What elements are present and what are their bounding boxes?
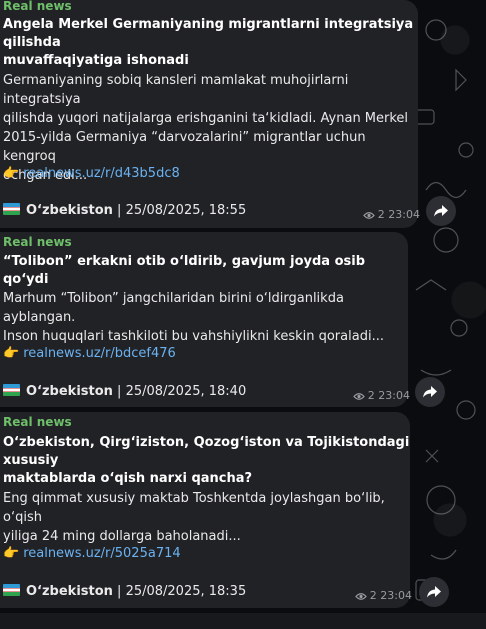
body-line: yiliga 24 ming dollarga baholanadi...: [3, 529, 241, 544]
title-line: Angela Merkel Germaniyaning migrantlarni…: [3, 17, 414, 50]
message-time: 23:04: [388, 208, 420, 221]
share-button[interactable]: [426, 196, 456, 226]
eye-icon: [354, 593, 367, 600]
message-footer: O‘zbekiston | 25/08/2025, 18:55: [3, 202, 246, 220]
footer-date: | 25/08/2025, 18:40: [112, 384, 247, 399]
pointing-hand-emoji: 👉: [3, 346, 20, 361]
footer-channel: O‘zbekiston: [26, 584, 113, 599]
body-line: Inson huquqlari tashkiloti bu vahshiylik…: [3, 329, 384, 344]
message-body: Eng qimmat xususiy maktab Toshkentda joy…: [3, 489, 410, 546]
message-time: 23:04: [380, 589, 412, 602]
sender-name[interactable]: Real news: [3, 415, 72, 429]
view-count: 2: [369, 589, 377, 602]
eye-icon: [362, 212, 375, 219]
link-row: 👉 realnews.uz/r/5025a714: [3, 545, 181, 563]
title-line: maktablarda o‘qish narxi qancha?: [3, 471, 253, 486]
share-icon: [427, 586, 441, 598]
uzbekistan-flag-icon: [3, 384, 20, 396]
article-link[interactable]: realnews.uz/r/d43b5dc8: [23, 166, 180, 181]
message-time: 23:04: [378, 389, 410, 402]
sender-name[interactable]: Real news: [3, 235, 72, 249]
share-icon: [434, 205, 448, 217]
footer-channel: O‘zbekiston: [26, 384, 113, 399]
footer-date: | 25/08/2025, 18:35: [112, 584, 247, 599]
share-icon: [423, 386, 437, 398]
message-footer: O‘zbekiston | 25/08/2025, 18:35: [3, 583, 246, 601]
body-line: Germaniyaning sobiq kansleri mamlakat mu…: [3, 73, 349, 107]
message-footer: O‘zbekiston | 25/08/2025, 18:40: [3, 383, 246, 401]
body-line: qilishda yuqori natijalarga erishganini …: [3, 111, 409, 126]
link-row: 👉 realnews.uz/r/bdcef476: [3, 345, 176, 363]
eye-icon: [352, 393, 365, 400]
uzbekistan-flag-icon: [3, 203, 20, 215]
chat-input-edge: [0, 613, 486, 629]
sender-name[interactable]: Real news: [3, 0, 72, 13]
body-line: 2015-yilda Germaniya “darvozalarini” mig…: [3, 130, 366, 164]
message-title: “Tolibon” erkakni otib o‘ldirib, gavjum …: [3, 253, 408, 289]
message-bubble[interactable]: Real news O‘zbekiston, Qirg‘iziston, Qoz…: [0, 412, 412, 608]
view-count: 2: [367, 389, 375, 402]
share-button[interactable]: [419, 577, 449, 607]
message-title: Angela Merkel Germaniyaning migrantlarni…: [3, 16, 418, 70]
message-meta: 2 23:04: [352, 389, 410, 402]
share-button[interactable]: [415, 377, 445, 407]
title-line: “Tolibon” erkakni otib o‘ldirib, gavjum …: [3, 254, 366, 287]
title-line: O‘zbekiston, Qirg‘iziston, Qozog‘iston v…: [3, 435, 410, 468]
title-line: muvaffaqiyatiga ishonadi: [3, 53, 189, 68]
message-meta: 2 23:04: [362, 208, 420, 221]
footer-date: | 25/08/2025, 18:55: [112, 203, 247, 218]
pointing-hand-emoji: 👉: [3, 546, 20, 561]
pointing-hand-emoji: 👉: [3, 166, 20, 181]
message-title: O‘zbekiston, Qirg‘iziston, Qozog‘iston v…: [3, 434, 410, 488]
view-count: 2: [377, 208, 385, 221]
message-bubble[interactable]: Real news Angela Merkel Germaniyaning mi…: [0, 0, 420, 228]
body-line: Eng qimmat xususiy maktab Toshkentda joy…: [3, 491, 385, 525]
article-link[interactable]: realnews.uz/r/5025a714: [23, 546, 180, 561]
link-row: 👉 realnews.uz/r/d43b5dc8: [3, 165, 180, 183]
uzbekistan-flag-icon: [3, 584, 20, 596]
message-body: Marhum “Tolibon” jangchilaridan birini o…: [3, 289, 408, 346]
footer-channel: O‘zbekiston: [26, 203, 113, 218]
body-line: Marhum “Tolibon” jangchilaridan birini o…: [3, 291, 344, 325]
message-meta: 2 23:04: [354, 589, 412, 602]
message-bubble[interactable]: Real news “Tolibon” erkakni otib o‘ldiri…: [0, 232, 410, 407]
article-link[interactable]: realnews.uz/r/bdcef476: [23, 346, 176, 361]
